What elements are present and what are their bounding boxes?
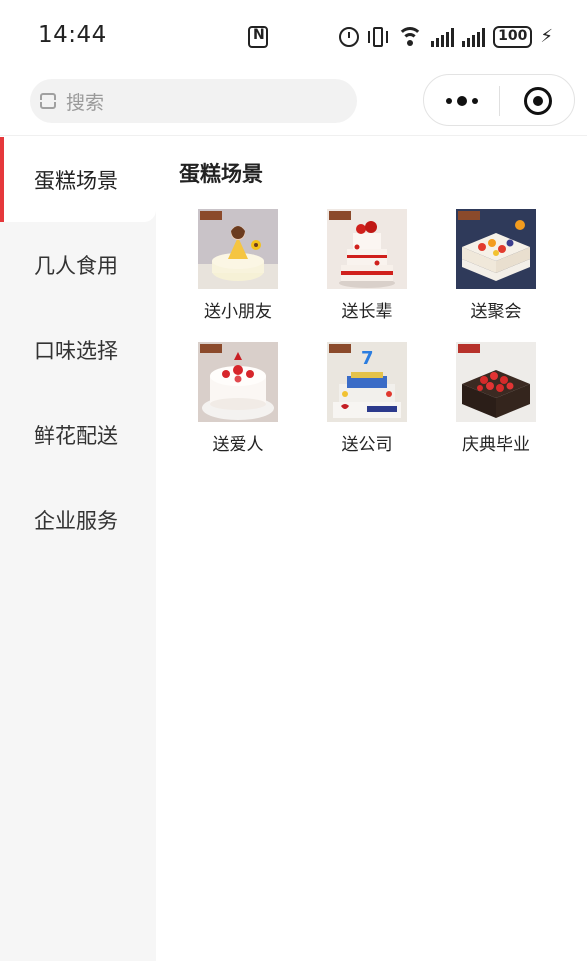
category-label: 送聚会 xyxy=(470,302,522,322)
more-dots-icon[interactable] xyxy=(446,96,478,106)
category-label: 送爱人 xyxy=(212,435,264,455)
category-label: 送小朋友 xyxy=(204,302,272,322)
chocolate-strawberry-cake-image xyxy=(456,342,536,422)
three-tier-red-cake-image xyxy=(327,209,407,289)
miniprogram-close-icon[interactable] xyxy=(524,87,552,115)
miniprogram-capsule xyxy=(423,74,575,126)
search-input[interactable]: 搜索 xyxy=(30,79,357,123)
category-sidebar: 蛋糕场景 几人食用 口味选择 鲜花配送 企业服务 xyxy=(0,137,156,961)
fruit-square-cake-image xyxy=(456,209,536,289)
charging-icon: ⚡ xyxy=(540,26,553,47)
svg-text:7: 7 xyxy=(361,348,374,369)
sidebar-item-label: 企业服务 xyxy=(34,508,118,533)
princess-doll-cake-image xyxy=(198,209,278,289)
scan-icon xyxy=(40,93,56,109)
status-icons: 100 ⚡ xyxy=(339,24,553,50)
category-item-lover[interactable]: 送爱人 xyxy=(178,342,298,462)
company-anniversary-cake-image: 7 xyxy=(327,342,407,422)
sidebar-item-enterprise[interactable]: 企业服务 xyxy=(0,477,156,562)
category-item-party[interactable]: 送聚会 xyxy=(436,209,556,329)
status-time: 14:44 xyxy=(38,22,107,48)
sidebar-item-flower-delivery[interactable]: 鲜花配送 xyxy=(0,392,156,477)
category-item-company[interactable]: 7 送公司 xyxy=(307,342,427,462)
category-label: 送长辈 xyxy=(341,302,393,322)
header-divider xyxy=(0,135,587,136)
search-placeholder: 搜索 xyxy=(66,91,105,114)
category-label: 庆典毕业 xyxy=(462,435,530,455)
category-item-elders[interactable]: 送长辈 xyxy=(307,209,427,329)
battery-icon: 100 xyxy=(493,26,533,48)
sidebar-item-label: 蛋糕场景 xyxy=(34,168,118,193)
sidebar-item-label: 鲜花配送 xyxy=(34,423,118,448)
sidebar-item-label: 口味选择 xyxy=(34,338,118,363)
active-indicator xyxy=(0,137,4,222)
sidebar-item-cake-scene[interactable]: 蛋糕场景 xyxy=(0,137,156,222)
category-item-celebration[interactable]: 庆典毕业 xyxy=(436,342,556,462)
category-label: 送公司 xyxy=(341,435,393,455)
signal-icon xyxy=(431,27,455,47)
capsule-divider xyxy=(499,86,500,116)
sidebar-item-servings[interactable]: 几人食用 xyxy=(0,222,156,307)
strawberry-round-cake-image xyxy=(198,342,278,422)
status-bar: 14:44 100 ⚡ xyxy=(0,0,587,72)
signal-icon xyxy=(462,27,486,47)
vibrate-icon xyxy=(367,26,389,48)
wifi-icon xyxy=(397,27,424,47)
sidebar-item-flavor[interactable]: 口味选择 xyxy=(0,307,156,392)
nfc-icon xyxy=(248,26,268,48)
alarm-icon xyxy=(339,27,360,47)
section-title: 蛋糕场景 xyxy=(179,162,263,186)
sidebar-item-label: 几人食用 xyxy=(34,253,118,278)
category-item-kids[interactable]: 送小朋友 xyxy=(178,209,298,329)
